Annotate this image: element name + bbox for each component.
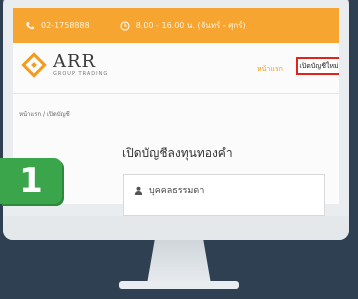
breadcrumb[interactable]: หน้าแรก / เปิดบัญชี (19, 109, 70, 119)
user-icon (134, 186, 143, 195)
individual-label: บุคคลธรรมดา (149, 186, 205, 196)
arr-logo[interactable]: ARR GROUP TRADING (21, 51, 109, 78)
nav-home-link[interactable]: หน้าแรก (257, 64, 283, 75)
step-number-badge: 1 (0, 158, 62, 204)
logo-tagline: GROUP TRADING (53, 71, 109, 77)
monitor-stand-neck (147, 240, 211, 284)
header-divider (13, 93, 339, 94)
individual-option[interactable]: บุคคลธรรมดา (134, 183, 204, 197)
phone-icon (26, 21, 34, 29)
hours-info: 8.00 - 16.00 น. (จันทร์ - ศุกร์) (120, 19, 246, 32)
business-hours: 8.00 - 16.00 น. (จันทร์ - ศุกร์) (135, 21, 246, 30)
page-title: เปิดบัญชีลงทุนทองคำ (122, 146, 233, 160)
logo-name: ARR (53, 51, 97, 72)
monitor-chin (3, 216, 349, 240)
logo-diamond-icon (21, 52, 47, 78)
open-account-button[interactable]: เปิดบัญชีใหม่ (296, 57, 339, 75)
site-header: ARR GROUP TRADING หน้าแรก เปิดบัญชีใหม่ (13, 43, 339, 93)
account-type-card[interactable]: บุคคลธรรมดา (123, 174, 325, 216)
monitor-frame: 02-1758888 8.00 - 16.00 น. (จันทร์ - ศุก… (3, 0, 349, 240)
monitor-stand-base (119, 281, 239, 289)
top-contact-bar: 02-1758888 8.00 - 16.00 น. (จันทร์ - ศุก… (13, 8, 339, 43)
clock-icon (120, 20, 130, 31)
phone-number: 02-1758888 (41, 21, 90, 30)
phone-info: 02-1758888 (25, 21, 90, 31)
